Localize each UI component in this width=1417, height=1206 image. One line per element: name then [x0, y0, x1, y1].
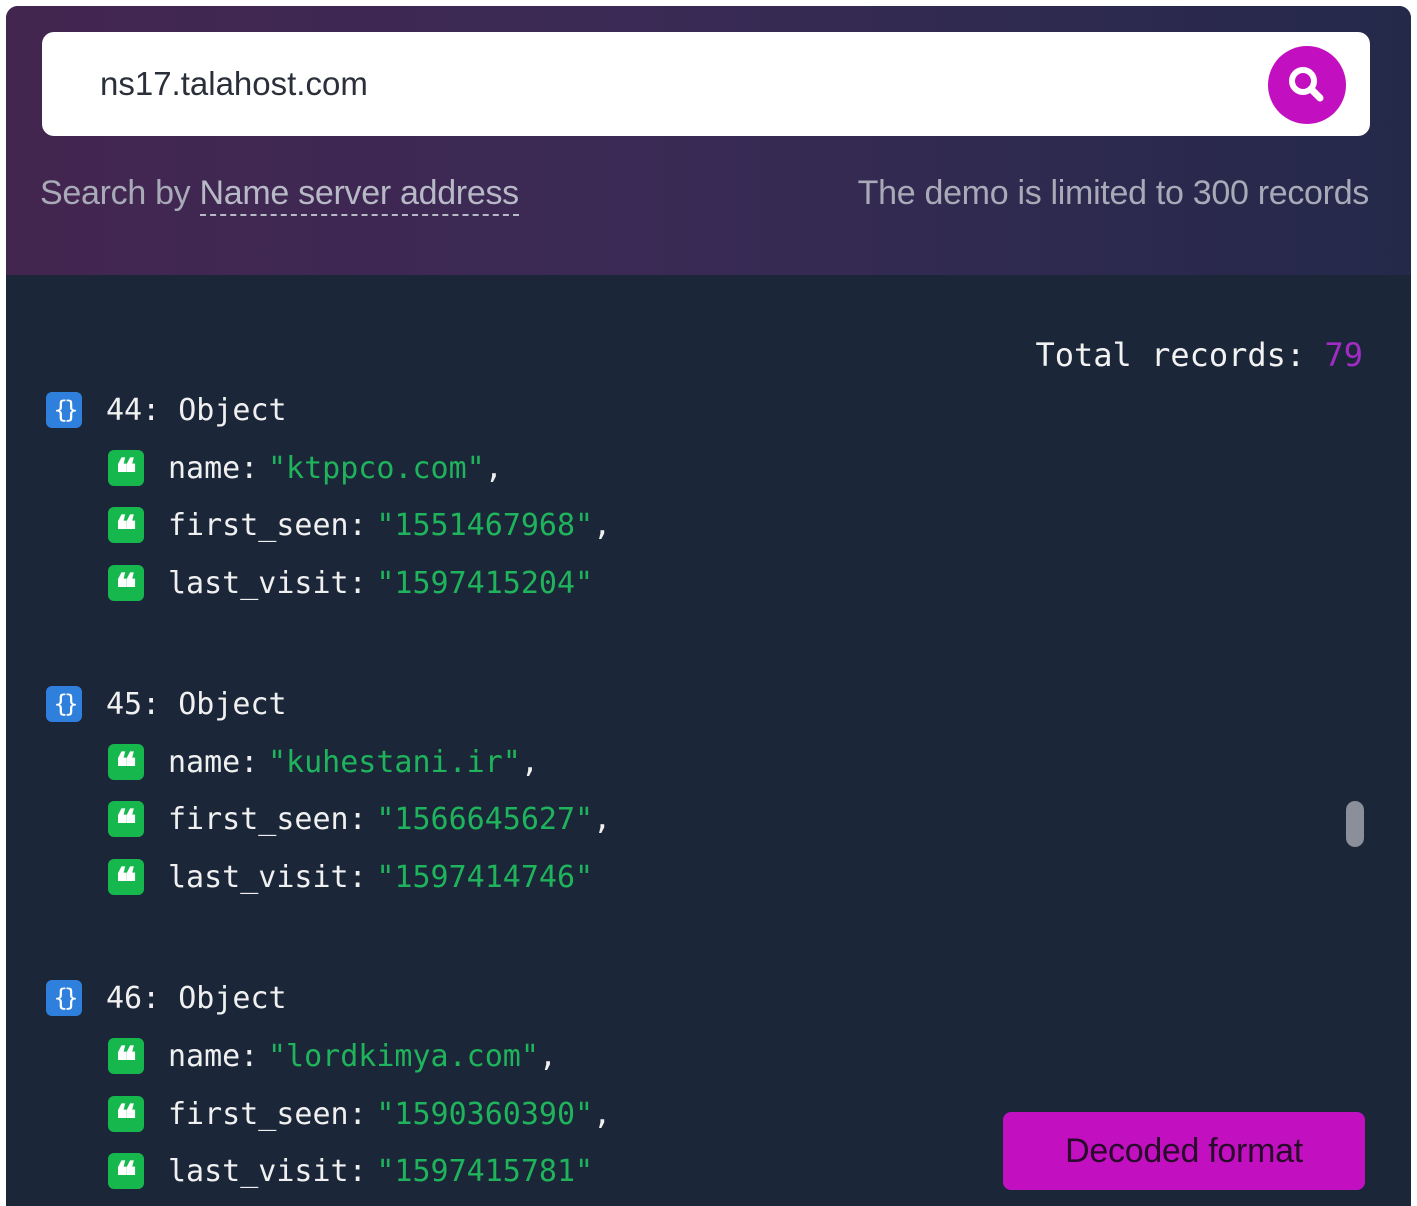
search-header: Search by Name server address The demo i… [6, 6, 1411, 275]
total-records: Total records: 79 [1035, 336, 1363, 374]
field-key: name: [168, 1038, 259, 1074]
record-field: ❝ name: "ktppco.com", [108, 448, 503, 494]
record-field: ❝ first_seen: "1551467968", [108, 505, 612, 551]
field-key: last_visit: [168, 565, 367, 601]
record-field: ❝ last_visit: "1597415204" [108, 563, 594, 609]
decoded-format-button[interactable]: Decoded format [1003, 1112, 1365, 1190]
scrollbar-thumb[interactable] [1346, 801, 1364, 847]
field-value: "1551467968" [376, 507, 594, 543]
string-icon: ❝ [108, 1153, 144, 1197]
record-field: ❝ last_visit: "1597415781" [108, 1151, 594, 1197]
string-icon: ❝ [108, 507, 144, 551]
search-button[interactable] [1268, 46, 1346, 124]
object-icon: {} [46, 980, 82, 1016]
record-header[interactable]: {} 45: Object [46, 684, 287, 724]
record-header[interactable]: {} 46: Object [46, 978, 287, 1018]
field-key: first_seen: [168, 1096, 367, 1132]
record-title: 46: Object [106, 980, 287, 1016]
record-field: ❝ first_seen: "1566645627", [108, 799, 612, 845]
search-type-link[interactable]: Name server address [199, 174, 519, 216]
field-value: "1566645627" [376, 801, 594, 837]
field-comma: , [484, 450, 503, 486]
field-value: "1590360390" [376, 1096, 594, 1132]
record-title: 45: Object [106, 686, 287, 722]
field-value: "1597414746" [376, 859, 594, 895]
object-icon: {} [46, 686, 82, 722]
field-value: "1597415204" [376, 565, 594, 601]
app-frame: Search by Name server address The demo i… [6, 6, 1411, 1206]
search-input[interactable] [100, 60, 1200, 108]
record-header[interactable]: {} 44: Object [46, 390, 287, 430]
record-field: ❝ last_visit: "1597414746" [108, 857, 594, 903]
field-comma: , [593, 801, 612, 837]
string-icon: ❝ [108, 1038, 144, 1082]
total-records-label: Total records: [1035, 336, 1306, 374]
record-title: 44: Object [106, 392, 287, 428]
field-key: first_seen: [168, 507, 367, 543]
search-hint-prefix: Search by [40, 174, 200, 212]
record-field: ❝ name: "lordkimya.com", [108, 1036, 557, 1082]
field-key: name: [168, 450, 259, 486]
field-comma: , [593, 1096, 612, 1132]
string-icon: ❝ [108, 859, 144, 903]
string-icon: ❝ [108, 744, 144, 788]
field-comma: , [538, 1038, 557, 1074]
string-icon: ❝ [108, 801, 144, 845]
field-key: last_visit: [168, 1153, 367, 1189]
field-key: name: [168, 744, 259, 780]
total-records-count: 79 [1324, 336, 1363, 374]
field-key: first_seen: [168, 801, 367, 837]
search-box [42, 32, 1370, 136]
search-icon [1289, 67, 1324, 102]
string-icon: ❝ [108, 450, 144, 494]
string-icon: ❝ [108, 565, 144, 609]
field-comma: , [520, 744, 539, 780]
search-hint: Search by Name server address [40, 174, 519, 216]
record-field: ❝ name: "kuhestani.ir", [108, 742, 539, 788]
record-field: ❝ first_seen: "1590360390", [108, 1094, 612, 1140]
object-icon: {} [46, 392, 82, 428]
field-key: last_visit: [168, 859, 367, 895]
field-value: "kuhestani.ir" [267, 744, 521, 780]
field-value: "1597415781" [376, 1153, 594, 1189]
field-comma: , [593, 507, 612, 543]
field-value: "lordkimya.com" [267, 1038, 539, 1074]
string-icon: ❝ [108, 1096, 144, 1140]
field-value: "ktppco.com" [267, 450, 485, 486]
demo-limit-note: The demo is limited to 300 records [857, 174, 1370, 212]
